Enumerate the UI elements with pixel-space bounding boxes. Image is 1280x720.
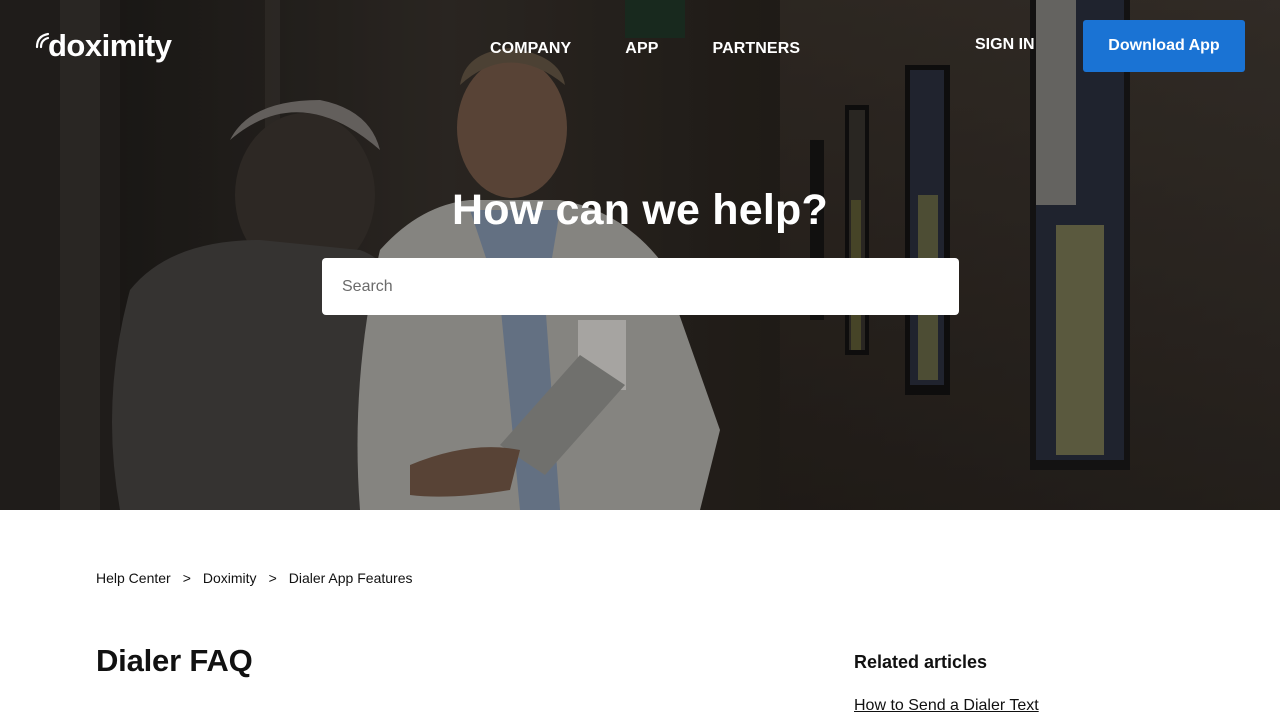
nav-app[interactable]: APP xyxy=(625,38,658,60)
article-title: Dialer FAQ xyxy=(96,643,253,678)
nav-company[interactable]: COMPANY xyxy=(490,38,571,60)
related-articles-heading: Related articles xyxy=(854,652,988,672)
breadcrumb: Help Center > Doximity > Dialer App Feat… xyxy=(96,569,412,587)
breadcrumb-separator: > xyxy=(268,570,277,586)
doximity-logo[interactable]: doximity xyxy=(34,26,172,66)
main-nav: COMPANY APP PARTNERS xyxy=(490,38,800,60)
hero-banner: doximity COMPANY APP PARTNERS SIGN IN Do… xyxy=(0,0,1280,510)
nav-partners[interactable]: PARTNERS xyxy=(713,38,801,60)
breadcrumb-separator: > xyxy=(182,570,191,586)
breadcrumb-dialer-app-features[interactable]: Dialer App Features xyxy=(289,570,413,586)
sign-in-link[interactable]: SIGN IN xyxy=(975,34,1035,56)
search-input[interactable] xyxy=(322,258,959,315)
logo-wordmark: doximity xyxy=(48,28,172,63)
hero-title: How can we help? xyxy=(452,186,828,234)
breadcrumb-help-center[interactable]: Help Center xyxy=(96,570,171,586)
hero-photo xyxy=(0,0,1280,510)
download-app-button[interactable]: Download App xyxy=(1083,20,1245,72)
related-article-link[interactable]: How to Send a Dialer Text xyxy=(854,697,1039,715)
breadcrumb-doximity[interactable]: Doximity xyxy=(203,570,257,586)
